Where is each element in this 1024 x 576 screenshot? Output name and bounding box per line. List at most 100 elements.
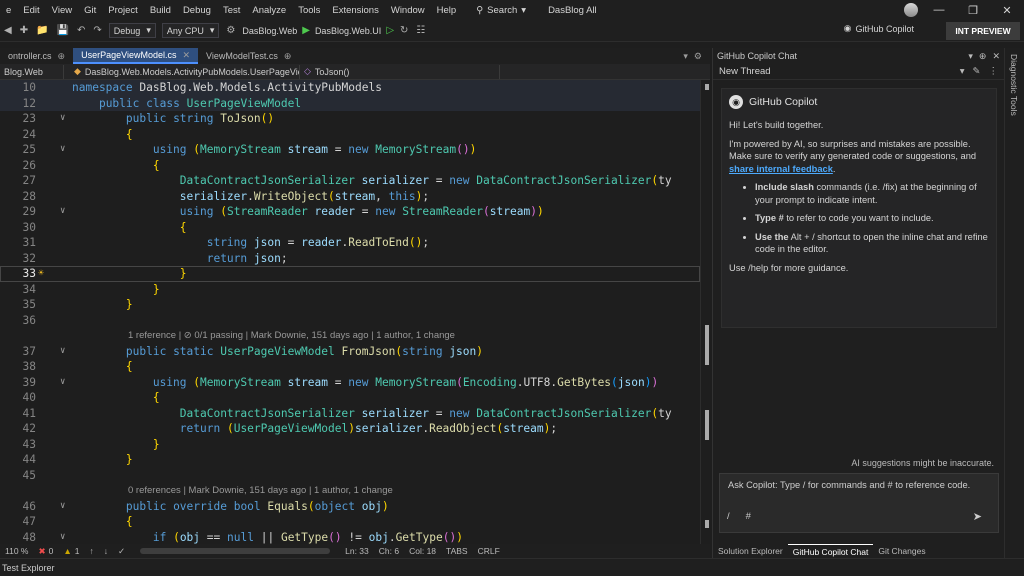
- fold-chevron-icon[interactable]: ∨: [60, 375, 65, 391]
- hash-reference-button[interactable]: #: [746, 511, 751, 522]
- menu-item-build[interactable]: Build: [144, 5, 177, 16]
- open-folder-icon[interactable]: 📁: [32, 25, 52, 36]
- editor-scrollbar[interactable]: [700, 80, 710, 544]
- fold-chevron-icon[interactable]: ∨: [60, 344, 65, 360]
- code-line[interactable]: 39 ∨ using (MemoryStream stream = new Mem…: [0, 375, 700, 391]
- pin-icon[interactable]: ⊕: [58, 51, 66, 62]
- char-indicator[interactable]: Ch: 6: [374, 546, 404, 556]
- close-icon[interactable]: ✕: [182, 50, 190, 61]
- copilot-button[interactable]: ◉ GitHub Copilot: [844, 23, 914, 34]
- lightbulb-icon[interactable]: ☀: [38, 266, 44, 282]
- diagnostic-tools-tab[interactable]: Diagnostic Tools: [1009, 54, 1019, 116]
- menu-item-view[interactable]: View: [46, 5, 78, 16]
- code-line[interactable]: 24 {: [0, 127, 700, 143]
- pin-icon[interactable]: ⊕: [284, 51, 292, 62]
- error-count[interactable]: ✖ 0: [33, 546, 58, 557]
- menu-item-window[interactable]: Window: [385, 5, 431, 16]
- code-line[interactable]: 27 DataContractJsonSerializer serializer…: [0, 173, 700, 189]
- nav-up-icon[interactable]: ↑: [85, 546, 99, 556]
- menu-item-analyze[interactable]: Analyze: [246, 5, 292, 16]
- code-line[interactable]: 41 DataContractJsonSerializer serializer…: [0, 406, 700, 422]
- startup-project[interactable]: DasBlog.Web: [239, 26, 300, 36]
- code-line[interactable]: 42 return (UserPageViewModel)serializer.…: [0, 421, 700, 437]
- tab-userpageviewmodel[interactable]: UserPageViewModel.cs ✕: [73, 48, 199, 64]
- menu-item-project[interactable]: Project: [102, 5, 144, 16]
- tab-copilot-chat[interactable]: GitHub Copilot Chat: [787, 544, 874, 558]
- chevron-down-icon[interactable]: ▾: [960, 66, 965, 77]
- code-line[interactable]: 25 ∨ using (MemoryStream stream = new Mem…: [0, 142, 700, 158]
- menu-item-tools[interactable]: Tools: [292, 5, 326, 16]
- undo-icon[interactable]: ↶: [73, 25, 89, 36]
- fold-chevron-icon[interactable]: ∨: [60, 499, 65, 515]
- code-line[interactable]: 35 }: [0, 297, 700, 313]
- code-line[interactable]: 33 ☀ }: [0, 266, 700, 282]
- code-line[interactable]: 47 {: [0, 514, 700, 530]
- avatar[interactable]: [904, 3, 918, 17]
- tab-list-icon[interactable]: ▾: [683, 51, 688, 62]
- member-dropdown[interactable]: ◇ ToJson(): [300, 64, 500, 79]
- codelens-row[interactable]: 1 reference | ⊘ 0/1 passing | Mark Downi…: [0, 328, 700, 344]
- slash-command-button[interactable]: /: [727, 511, 730, 522]
- code-cleanup-icon[interactable]: ✓: [113, 546, 130, 557]
- code-line[interactable]: 34 }: [0, 282, 700, 298]
- tab-viewmodeltest[interactable]: ViewModelTest.cs ⊕: [198, 48, 299, 64]
- menu-item-e[interactable]: e: [0, 5, 17, 16]
- send-icon[interactable]: ➤: [973, 510, 982, 523]
- code-line[interactable]: 26 {: [0, 158, 700, 174]
- indent-mode[interactable]: TABS: [441, 546, 473, 556]
- code-line[interactable]: 32 return json;: [0, 251, 700, 267]
- code-editor[interactable]: 10 namespace DasBlog.Web.Models.ActivityP…: [0, 80, 700, 544]
- new-thread-icon[interactable]: ✎: [973, 66, 981, 77]
- fold-chevron-icon[interactable]: ∨: [60, 111, 65, 127]
- col-indicator[interactable]: Col: 18: [404, 546, 441, 556]
- gear-icon[interactable]: ⚙: [694, 51, 702, 62]
- codelens-row[interactable]: 0 references | Mark Downie, 151 days ago…: [0, 483, 700, 499]
- code-line[interactable]: 29 ∨ using (StreamReader reader = new Str…: [0, 204, 700, 220]
- code-line[interactable]: 45: [0, 468, 700, 484]
- feedback-link[interactable]: share internal feedback: [729, 164, 833, 174]
- code-line[interactable]: 37 ∨ public static UserPageViewModel From…: [0, 344, 700, 360]
- menu-item-debug[interactable]: Debug: [177, 5, 217, 16]
- hot-reload-icon[interactable]: ↻: [396, 25, 412, 36]
- search-box[interactable]: ⚲ Search ▾: [476, 5, 526, 16]
- thread-selector[interactable]: New Thread ▾ ✎ ⋮: [713, 64, 1004, 80]
- scroll-thumb[interactable]: [705, 325, 709, 365]
- line-ending[interactable]: CRLF: [473, 546, 505, 556]
- line-indicator[interactable]: Ln: 33: [340, 546, 374, 556]
- code-line[interactable]: 31 string json = reader.ReadToEnd();: [0, 235, 700, 251]
- tab-controller[interactable]: ontroller.cs ⊕: [0, 48, 73, 64]
- menu-item-test[interactable]: Test: [217, 5, 246, 16]
- fold-chevron-icon[interactable]: ∨: [60, 142, 65, 158]
- start-without-debug-icon[interactable]: ▷: [384, 25, 396, 36]
- configuration-dropdown[interactable]: Debug ▾: [108, 23, 156, 38]
- more-icon[interactable]: ⋮: [989, 66, 999, 77]
- menu-item-edit[interactable]: Edit: [17, 5, 45, 16]
- new-item-icon[interactable]: ✚: [16, 25, 32, 36]
- fold-chevron-icon[interactable]: ∨: [60, 530, 65, 545]
- code-line[interactable]: 40 {: [0, 390, 700, 406]
- nav-down-icon[interactable]: ↓: [99, 546, 113, 556]
- code-line[interactable]: 28 serializer.WriteObject(stream, this);: [0, 189, 700, 205]
- type-dropdown[interactable]: ◆ DasBlog.Web.Models.ActivityPubModels.U…: [64, 64, 300, 79]
- start-debug-icon[interactable]: ▶: [300, 25, 312, 36]
- zoom-level[interactable]: 110 %: [0, 546, 33, 556]
- code-line[interactable]: 10 namespace DasBlog.Web.Models.ActivityP…: [0, 80, 700, 96]
- code-line[interactable]: 48 ∨ if (obj == null || GetType() != obj.…: [0, 530, 700, 545]
- tab-git-changes[interactable]: Git Changes: [873, 544, 930, 558]
- code-line[interactable]: 38 {: [0, 359, 700, 375]
- horizontal-scrollbar[interactable]: [140, 548, 331, 554]
- tab-solution-explorer[interactable]: Solution Explorer: [713, 544, 788, 558]
- chevron-down-icon[interactable]: ▾: [968, 51, 973, 62]
- restore-button[interactable]: ❐: [956, 4, 990, 17]
- menu-item-help[interactable]: Help: [431, 5, 463, 16]
- codelens-info[interactable]: 0 references | Mark Downie, 151 days ago…: [128, 483, 393, 499]
- code-line[interactable]: 12 public class UserPageViewModel: [0, 95, 700, 111]
- redo-icon[interactable]: ↷: [89, 25, 105, 36]
- codelens-info[interactable]: 1 reference | ⊘ 0/1 passing | Mark Downi…: [128, 328, 455, 344]
- close-icon[interactable]: ✕: [992, 51, 1000, 62]
- code-line[interactable]: 44 }: [0, 452, 700, 468]
- code-line[interactable]: 43 }: [0, 437, 700, 453]
- menu-item-git[interactable]: Git: [78, 5, 102, 16]
- close-window-button[interactable]: ✕: [990, 4, 1024, 17]
- warning-count[interactable]: ▲ 1: [58, 546, 84, 556]
